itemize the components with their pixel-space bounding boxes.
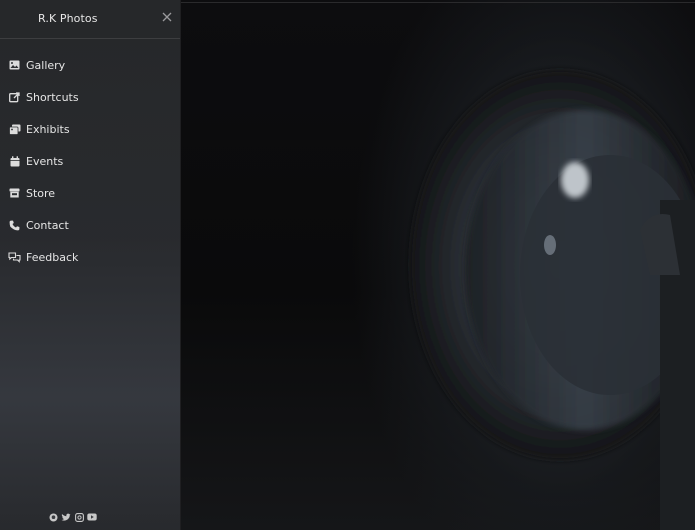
sidebar-item-shortcuts[interactable]: Shortcuts [0, 81, 180, 113]
sidebar-item-label: Gallery [26, 58, 66, 72]
youtube-icon[interactable] [87, 512, 97, 522]
sidebar-item-feedback[interactable]: Feedback [0, 241, 180, 273]
sidebar-nav: Gallery Shortcuts Exhibits Events Store [0, 39, 180, 273]
brand-title: R.K Photos [38, 12, 98, 25]
close-icon[interactable] [158, 8, 176, 26]
external-link-icon [8, 91, 21, 104]
calendar-icon [8, 155, 21, 168]
sidebar-item-label: Store [26, 186, 56, 200]
sidebar-item-gallery[interactable]: Gallery [0, 49, 180, 81]
image-icon [8, 59, 21, 72]
sidebar-header: R.K Photos [0, 0, 180, 39]
images-icon [8, 123, 21, 136]
social-links [48, 512, 97, 522]
sidebar-item-label: Contact [26, 218, 69, 232]
sidebar-item-label: Feedback [26, 250, 79, 264]
sidebar-item-events[interactable]: Events [0, 145, 180, 177]
twitter-icon[interactable] [61, 512, 71, 522]
instagram-icon[interactable] [74, 512, 84, 522]
sidebar-item-exhibits[interactable]: Exhibits [0, 113, 180, 145]
sidebar-item-store[interactable]: Store [0, 177, 180, 209]
store-icon [8, 187, 21, 200]
github-icon[interactable] [48, 512, 58, 522]
sidebar-item-label: Events [26, 154, 64, 168]
phone-icon [8, 219, 21, 232]
sidebar-item-contact[interactable]: Contact [0, 209, 180, 241]
chat-icon [8, 251, 21, 264]
sidebar: R.K Photos Gallery Shortcuts Exhibits Ev… [0, 0, 181, 530]
sidebar-item-label: Exhibits [26, 122, 70, 136]
sidebar-item-label: Shortcuts [26, 90, 79, 104]
